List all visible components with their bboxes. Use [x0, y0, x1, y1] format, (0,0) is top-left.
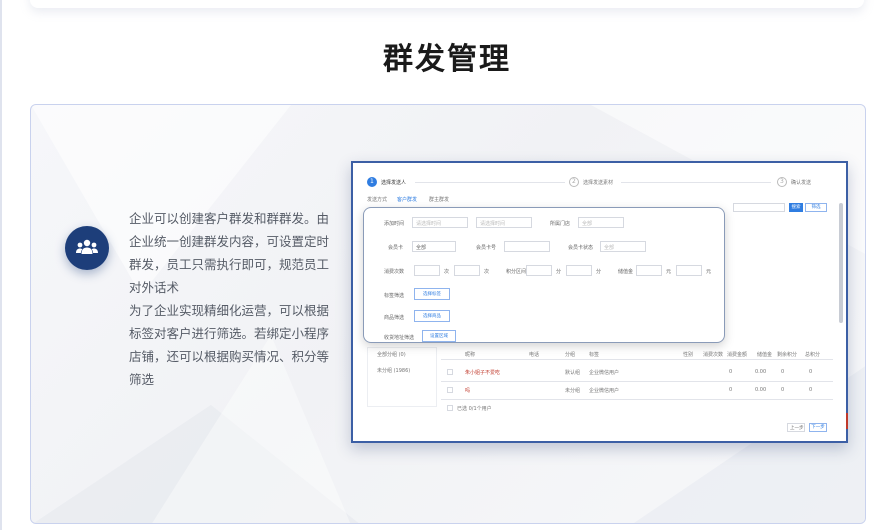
step-2-number: 2 — [572, 178, 576, 185]
row-1-tag: 企业微信用户 — [589, 370, 620, 376]
row-2-consume: 0 — [729, 387, 733, 393]
row-1-money: 0.00 — [755, 369, 767, 375]
scrollbar[interactable] — [839, 203, 843, 323]
points-max-input[interactable] — [566, 265, 592, 276]
member-no-label: 会员卡号 — [476, 245, 497, 251]
member-card-select-value: 全部 — [416, 245, 427, 251]
row-2-group: 未分组 — [565, 388, 581, 394]
points-min-input[interactable] — [526, 265, 552, 276]
tag-filter-label: 标签筛选 — [384, 293, 405, 299]
select-all-checkbox[interactable] — [447, 405, 453, 411]
row-1-total: 0 — [809, 369, 813, 375]
points-unit-1: 分 — [556, 269, 562, 275]
step-line-2 — [621, 182, 771, 183]
amount-unit-2: 元 — [706, 269, 712, 275]
row-2-checkbox[interactable] — [447, 387, 453, 393]
store-select-value: 全部 — [582, 221, 593, 227]
th-balance: 储值金 — [757, 352, 773, 358]
send-mode-radio-customer[interactable]: 客户群发 — [397, 196, 417, 203]
row-1-checkbox[interactable] — [447, 369, 453, 375]
amount-unit-1: 元 — [666, 269, 672, 275]
add-time-label: 添加时间 — [384, 221, 405, 227]
group-item-ungrouped[interactable]: 未分组 (1986) — [377, 367, 410, 374]
table-header-line — [441, 359, 833, 360]
row-2-money: 0.00 — [755, 387, 767, 393]
add-time-start-placeholder: 请选择时间 — [416, 221, 442, 227]
consume-unit-1: 次 — [444, 269, 450, 275]
filter-popup: 添加时间 请选择时间 请选择时间 所属门店 全部 会员卡 全部 会员卡号 会员卡… — [363, 207, 725, 343]
goods-filter-label: 商品筛选 — [384, 315, 405, 321]
product-screenshot: 1 选择发送人 2 选择发送素材 3 确认发送 发送方式 客户群发 群主群发 搜… — [351, 161, 848, 443]
prev-step-label: 上一步 — [790, 426, 804, 431]
step-2-label: 选择发送素材 — [583, 180, 614, 186]
send-mode-label: 发送方式 — [367, 197, 388, 203]
row-2-points: 0 — [781, 387, 785, 393]
row-2-name: 吗 — [465, 388, 471, 394]
member-card-label: 会员卡 — [388, 245, 404, 251]
search-button[interactable]: 搜索 — [789, 203, 803, 212]
row-2-total: 0 — [809, 387, 813, 393]
description-paragraph-2: 为了企业实现精细化运营，可以根据标签对客户进行筛选。若绑定小程序店铺，还可以根据… — [129, 303, 330, 387]
step-line-1 — [415, 182, 565, 183]
member-no-input[interactable] — [504, 241, 550, 252]
th-total: 总积分 — [805, 352, 821, 358]
next-step-button[interactable]: 下一步 — [809, 423, 827, 432]
add-time-end-placeholder: 请选择时间 — [480, 221, 506, 227]
th-tag: 标签 — [589, 352, 600, 358]
feature-description: 企业可以创建客户群发和群群发。由企业统一创建群发内容，可设置定时群发，员工只需执… — [129, 207, 329, 391]
stored-amount-label: 储值金 — [618, 269, 634, 275]
step-3-label: 确认发送 — [791, 180, 812, 186]
consume-count-label: 消费次数 — [384, 269, 405, 275]
step-3-number: 3 — [780, 178, 784, 185]
row-1-points: 0 — [781, 369, 785, 375]
row-1-consume: 0 — [729, 369, 733, 375]
select-tag-button[interactable]: 选择标签 — [414, 288, 450, 300]
th-consume: 消费次数 — [703, 352, 724, 358]
member-status-label: 会员卡状态 — [568, 245, 594, 251]
filter-button[interactable]: 筛选 — [805, 203, 827, 212]
points-range-label: 积分区间 — [506, 269, 527, 275]
left-edge-rule — [0, 0, 2, 530]
set-region-button[interactable]: 设置区域 — [422, 330, 456, 342]
description-paragraph-1: 企业可以创建客户群发和群群发。由企业统一创建群发内容，可设置定时群发，员工只需执… — [129, 211, 330, 295]
points-unit-2: 分 — [596, 269, 602, 275]
th-group: 分组 — [565, 352, 576, 358]
th-phone: 电话 — [529, 352, 540, 358]
amount-max-input[interactable] — [676, 265, 702, 276]
th-points: 剩余积分 — [777, 352, 798, 358]
consume-unit-2: 次 — [484, 269, 490, 275]
right-search-input[interactable] — [733, 203, 785, 212]
feature-panel: 企业可以创建客户群发和群群发。由企业统一创建群发内容，可设置定时群发，员工只需执… — [30, 104, 866, 524]
consume-max-input[interactable] — [454, 265, 480, 276]
store-label: 所属门店 — [550, 221, 571, 227]
users-icon — [76, 239, 98, 254]
th-money: 消费金额 — [727, 352, 748, 358]
users-badge — [65, 226, 109, 270]
member-status-select-value: 全部 — [604, 245, 615, 251]
page-title: 群发管理 — [383, 42, 511, 77]
row-2-tag: 企业微信用户 — [589, 388, 620, 394]
row-divider-1 — [441, 381, 833, 382]
select-goods-button[interactable]: 选择商品 — [414, 310, 450, 322]
row-1-group: 默认组 — [565, 370, 581, 376]
step-1-number: 1 — [370, 178, 374, 185]
group-item-all[interactable]: 全部分组 (0) — [377, 351, 406, 358]
th-gender: 性别 — [683, 352, 694, 358]
row-1-name: 朱小姐子不爱吃 — [465, 370, 501, 376]
row-divider-2 — [441, 399, 833, 400]
edge-marker — [846, 413, 848, 429]
step-1-label: 选择发送人 — [381, 180, 407, 186]
previous-card-edge — [30, 0, 864, 8]
select-all-label: 已选 0/1个用户 — [457, 406, 492, 412]
send-mode-radio-group[interactable]: 群主群发 — [429, 196, 449, 203]
address-filter-label: 收货地址筛选 — [384, 335, 415, 341]
consume-min-input[interactable] — [414, 265, 440, 276]
amount-min-input[interactable] — [636, 265, 662, 276]
th-nickname: 昵称 — [465, 352, 476, 358]
